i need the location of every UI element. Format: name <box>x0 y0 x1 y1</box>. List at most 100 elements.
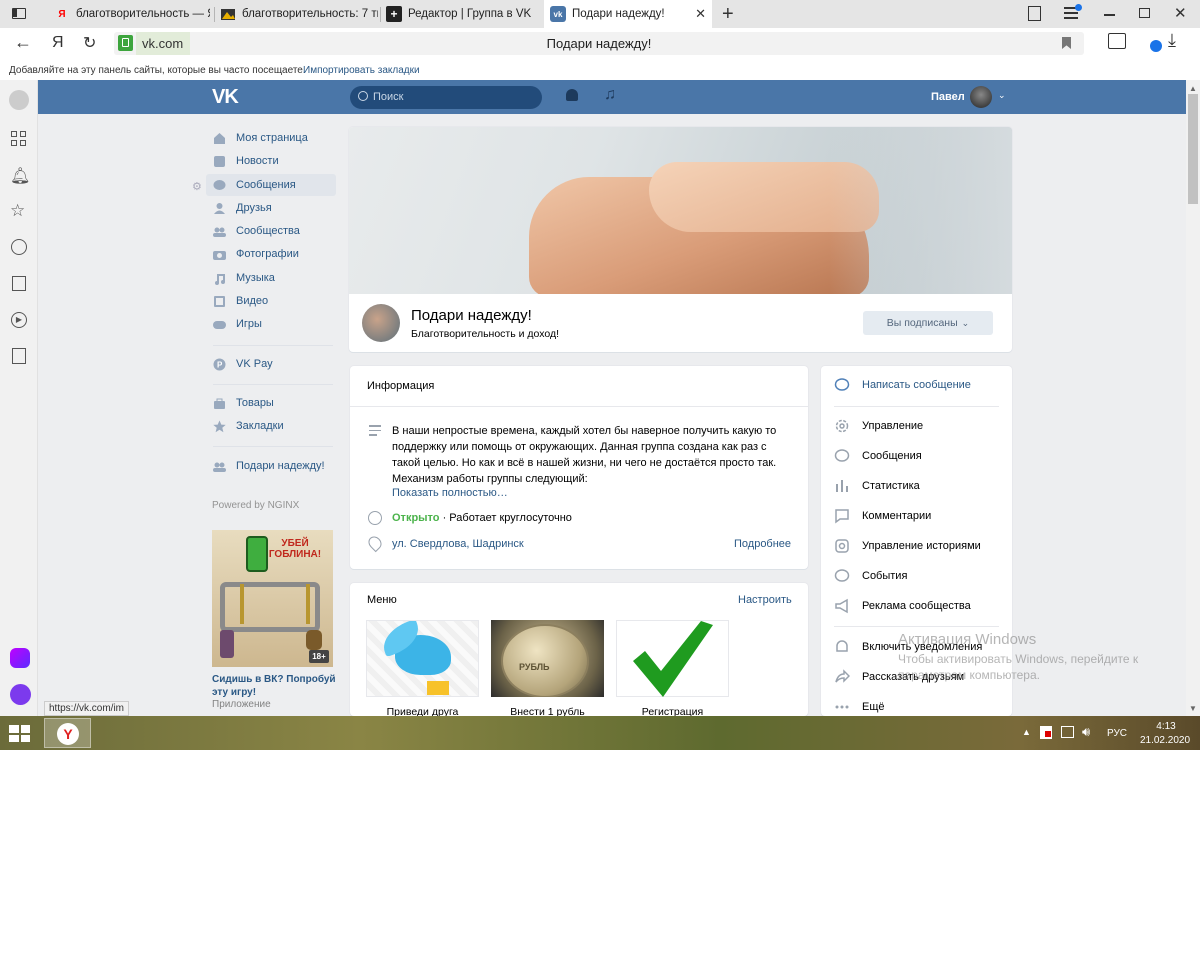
messages-button[interactable]: Сообщения <box>834 441 922 471</box>
ad-subtitle: Приложение <box>212 699 271 710</box>
taskbar-yandex-browser[interactable]: Y <box>44 718 91 748</box>
configure-link[interactable]: Настроить <box>738 594 792 606</box>
download-icon[interactable]: ⤓ <box>1168 30 1176 51</box>
vk-icon: vk <box>550 6 566 22</box>
search-input[interactable]: Поиск <box>350 86 542 109</box>
music-icon <box>215 273 225 285</box>
scroll-up-icon[interactable]: ▲ <box>1189 84 1197 93</box>
write-message-button[interactable]: Написать сообщение <box>834 370 971 400</box>
language-indicator[interactable]: РУС <box>1107 728 1127 739</box>
bookmark-manager-icon[interactable] <box>1028 6 1041 21</box>
manage-button[interactable]: Управление <box>834 411 923 441</box>
comment-icon <box>835 509 849 524</box>
address-link[interactable]: ул. Свердлова, Шадринск <box>392 538 524 550</box>
bell-icon[interactable]: 🔔︎ <box>10 166 30 186</box>
more-details-link[interactable]: Подробнее <box>734 538 791 550</box>
play-icon[interactable]: ▶ <box>11 312 27 328</box>
message-bubble-icon <box>834 378 850 391</box>
scrollbar[interactable]: ▲ ▼ <box>1186 80 1200 716</box>
search-doc-icon[interactable] <box>12 348 26 364</box>
nav-messages[interactable]: Сообщения <box>206 174 336 196</box>
bookmarks-hint: Добавляйте на эту панель сайты, которые … <box>9 65 306 76</box>
yandex-home-icon[interactable]: Я <box>52 34 64 52</box>
reload-icon[interactable]: ↻ <box>83 33 96 53</box>
action-center-flag-icon[interactable] <box>1040 726 1052 739</box>
nav-news[interactable]: Новости <box>206 150 336 172</box>
tab-editor[interactable]: + Редактор | Группа в VK как <box>380 0 538 28</box>
ad-title[interactable]: Сидишь в ВК? Попробуй эту игру! <box>212 673 336 699</box>
user-name[interactable]: Павел <box>931 91 965 103</box>
menu-item-invite[interactable] <box>366 620 479 697</box>
protect-icon[interactable] <box>1150 40 1162 52</box>
import-bookmarks-link[interactable]: Импортировать закладки <box>303 65 420 76</box>
apps-grid-icon[interactable] <box>11 131 26 146</box>
nav-group[interactable]: Подари надежду! <box>206 455 336 477</box>
nav-games[interactable]: Игры <box>206 313 336 335</box>
tray-chevron-icon[interactable]: ▲ <box>1022 727 1031 737</box>
communities-icon <box>213 227 226 237</box>
nav-my-page[interactable]: Моя страница <box>206 127 336 149</box>
minimize-icon[interactable] <box>1104 14 1115 16</box>
nav-vkpay[interactable]: P VK Pay <box>206 353 336 375</box>
nav-bookmarks[interactable]: Закладки <box>206 415 336 437</box>
nav-music[interactable]: Музыка <box>206 267 336 289</box>
menu-item-donate[interactable]: РУБЛЬ <box>491 620 604 697</box>
nav-communities[interactable]: Сообщества <box>206 220 336 242</box>
volume-icon[interactable]: 🔊︎ <box>1082 724 1090 740</box>
alice-app-icon[interactable] <box>10 648 30 668</box>
clock-time[interactable]: 4:13 <box>1141 721 1191 732</box>
close-window-icon[interactable]: ✕ <box>1174 4 1187 22</box>
star-icon[interactable]: ☆ <box>10 201 25 221</box>
nav-photos[interactable]: Фотографии <box>206 243 336 265</box>
back-icon[interactable]: ← <box>14 32 32 53</box>
advertise-button[interactable]: Реклама сообщества <box>834 591 971 621</box>
megaphone-icon <box>835 598 848 614</box>
history-icon[interactable] <box>11 239 27 255</box>
tab-search-yandex[interactable]: Я благотворительность — Ян <box>48 0 216 28</box>
settings-gear-icon[interactable]: ⚙ <box>192 180 202 193</box>
vk-logo-icon[interactable]: VK <box>212 86 239 109</box>
chevron-down-icon[interactable]: ⌄ <box>998 90 1006 101</box>
network-icon[interactable] <box>1061 726 1074 738</box>
music-note-icon[interactable]: ♫ <box>604 86 616 104</box>
tab-search-images[interactable]: благотворительность: 7 ты <box>214 0 384 28</box>
group-avatar[interactable] <box>362 304 400 342</box>
scroll-thumb[interactable] <box>1188 94 1198 204</box>
statistics-button[interactable]: Статистика <box>834 471 920 501</box>
new-tab-button[interactable]: + <box>722 3 734 26</box>
age-badge: 18+ <box>309 650 329 663</box>
plus-box-icon: + <box>386 6 402 22</box>
group-cover <box>349 127 1012 294</box>
sidebar-toggle-icon[interactable] <box>12 8 26 19</box>
menu-header: Меню <box>367 594 397 606</box>
stories-button[interactable]: Управление историями <box>834 531 981 561</box>
collections-icon[interactable] <box>12 276 26 291</box>
nav-goods[interactable]: Товары <box>206 392 336 414</box>
url-field[interactable]: vk.com Подари надежду! <box>114 32 1084 55</box>
events-button[interactable]: События <box>834 561 907 591</box>
nav-friends[interactable]: Друзья <box>206 197 336 219</box>
chevron-down-icon: ⌄ <box>961 317 970 328</box>
show-more-link[interactable]: Показать полностью… <box>392 487 508 499</box>
video-icon <box>214 295 225 307</box>
camera-icon <box>213 250 226 260</box>
restore-icon[interactable] <box>1139 8 1150 18</box>
windows-start-icon[interactable] <box>9 725 30 742</box>
alice-icon[interactable] <box>10 684 31 705</box>
subscribed-button[interactable]: Вы подписаны ⌄ <box>863 311 993 335</box>
gear-icon <box>835 419 849 433</box>
scroll-down-icon[interactable]: ▼ <box>1189 704 1197 713</box>
translate-icon[interactable] <box>1108 33 1126 49</box>
game-ad-image[interactable]: УБЕЙ ГОБЛИНА! 18+ <box>212 530 333 667</box>
activation-title: Активация Windows <box>898 631 1037 648</box>
notifications-bell-icon[interactable] <box>566 89 578 101</box>
close-tab-icon[interactable]: ✕ <box>695 6 706 22</box>
avatar[interactable] <box>970 86 992 108</box>
clock-date[interactable]: 21.02.2020 <box>1136 735 1194 746</box>
goblin-figure <box>306 630 322 650</box>
tab-vk-group[interactable]: vk Подари надежду! ✕ <box>544 0 712 28</box>
profile-icon[interactable] <box>9 90 29 110</box>
nav-video[interactable]: Видео <box>206 290 336 312</box>
menu-item-register[interactable] <box>616 620 729 697</box>
comments-button[interactable]: Комментарии <box>834 501 931 531</box>
